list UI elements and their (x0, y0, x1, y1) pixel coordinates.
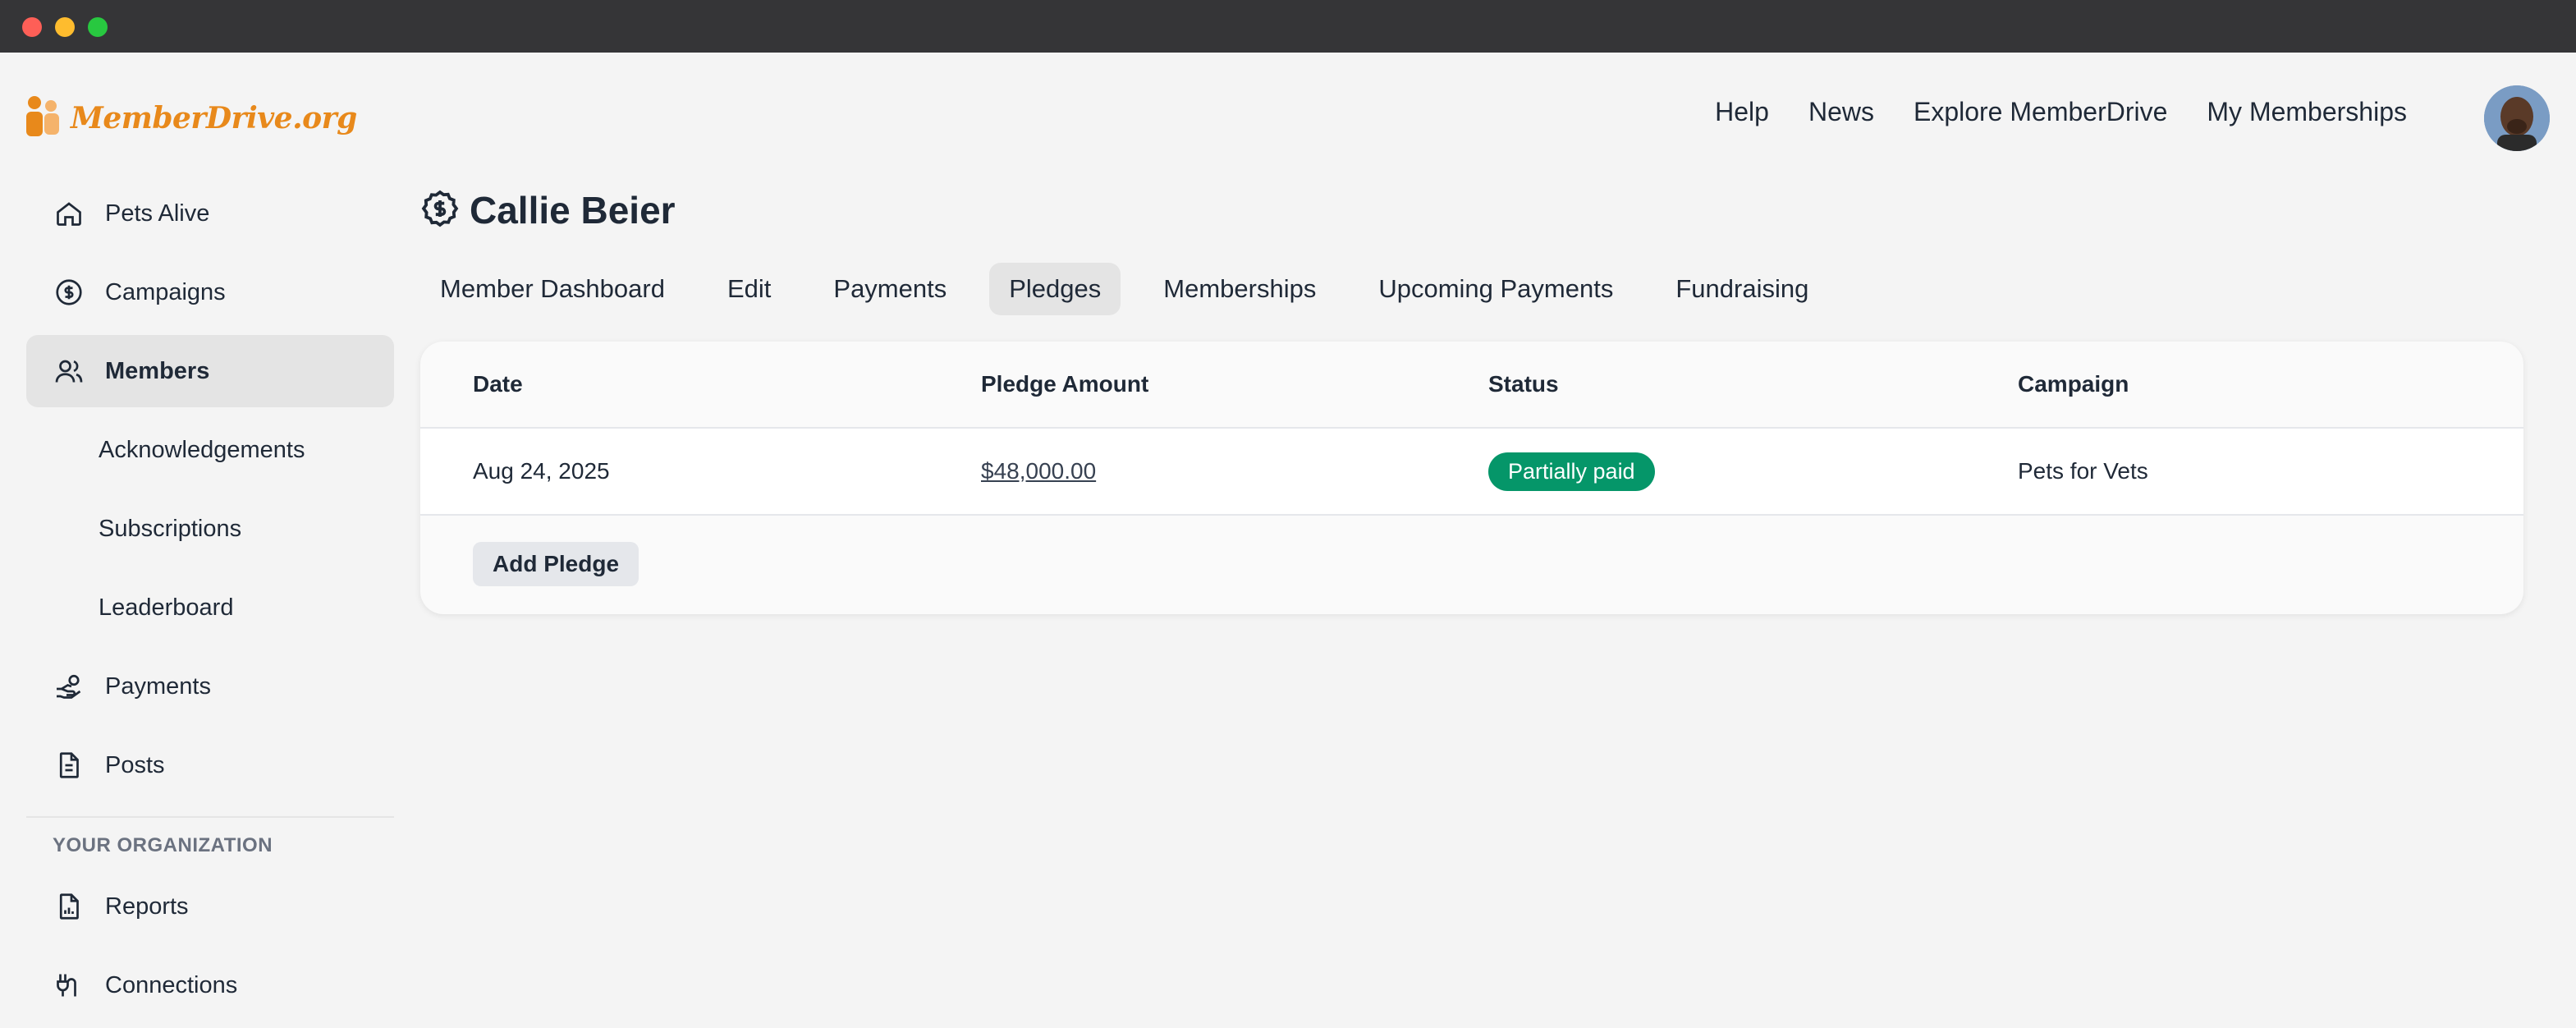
sidebar-item-payments[interactable]: Payments (26, 650, 394, 723)
home-icon (53, 197, 85, 230)
page-title: Callie Beier (470, 189, 676, 232)
status-badge-wrap: Partially paid (1488, 452, 1655, 491)
close-window-button[interactable] (22, 17, 42, 37)
member-tabs: Member Dashboard Edit Payments Pledges M… (420, 261, 1828, 317)
user-avatar[interactable] (2484, 85, 2550, 151)
sidebar-item-label: Posts (105, 751, 165, 778)
minimize-window-button[interactable] (55, 17, 75, 37)
pledge-date: Aug 24, 2025 (473, 458, 610, 484)
nav-explore-link[interactable]: Explore MemberDrive (1914, 97, 2167, 127)
status-badge: Partially paid (1488, 452, 1655, 491)
column-header-campaign[interactable]: Campaign (2018, 371, 2129, 397)
column-header-status[interactable]: Status (1488, 371, 1559, 397)
dollar-badge-icon (420, 189, 460, 232)
document-icon (53, 749, 85, 782)
tab-edit[interactable]: Edit (708, 263, 791, 315)
sidebar-divider (26, 816, 394, 818)
table-footer: Add Pledge (420, 516, 2523, 613)
brand-name: MemberDrive.org (71, 101, 357, 135)
sidebar-item-label: Reports (105, 893, 189, 920)
report-icon (53, 890, 85, 923)
nav-help-link[interactable]: Help (1715, 97, 1769, 127)
hand-coins-icon (53, 670, 85, 703)
window-titlebar (0, 0, 2576, 53)
sidebar-item-pets-alive[interactable]: Pets Alive (26, 177, 394, 250)
dollar-badge-icon (53, 276, 85, 309)
sidebar-item-label: Payments (105, 672, 211, 700)
sidebar-item-label: Campaigns (105, 278, 226, 305)
section-heading-organization: YOUR ORGANIZATION (53, 834, 273, 856)
nav-my-memberships-link[interactable]: My Memberships (2207, 97, 2407, 127)
sidebar-item-subscriptions[interactable]: Subscriptions (26, 493, 394, 565)
sidebar-item-leaderboard[interactable]: Leaderboard (26, 571, 394, 644)
sidebar-item-label: Acknowledgements (99, 436, 305, 463)
pledge-amount-link[interactable]: $48,000.00 (981, 458, 1096, 484)
brand-logo[interactable]: MemberDrive.org (25, 92, 357, 145)
sidebar-item-label: Subscriptions (99, 515, 242, 542)
plug-icon (53, 969, 85, 1002)
table-header: Date Pledge Amount Status Campaign (420, 342, 2523, 429)
top-navigation: Help News Explore MemberDrive My Members… (1715, 92, 2407, 131)
tab-member-dashboard[interactable]: Member Dashboard (420, 263, 685, 315)
users-icon (53, 355, 85, 388)
table-row: Aug 24, 2025 $48,000.00 Partially paid P… (420, 429, 2523, 516)
sidebar-item-campaigns[interactable]: Campaigns (26, 256, 394, 328)
pledges-table-card: Date Pledge Amount Status Campaign Aug 2… (420, 342, 2523, 614)
sidebar-item-label: Members (105, 357, 210, 384)
memberdrive-logo-icon (25, 95, 62, 141)
sidebar: Pets Alive Campaigns Members Acknowledge… (26, 177, 394, 1028)
tab-pledges[interactable]: Pledges (989, 263, 1121, 315)
add-pledge-button[interactable]: Add Pledge (473, 542, 639, 586)
tab-upcoming-payments[interactable]: Upcoming Payments (1359, 263, 1633, 315)
tab-fundraising[interactable]: Fundraising (1656, 263, 1828, 315)
sidebar-item-posts[interactable]: Posts (26, 729, 394, 801)
sidebar-item-label: Leaderboard (99, 594, 234, 621)
sidebar-item-connections[interactable]: Connections (26, 949, 394, 1021)
sidebar-item-label: Pets Alive (105, 200, 210, 227)
sidebar-item-label: Connections (105, 971, 238, 998)
nav-news-link[interactable]: News (1808, 97, 1874, 127)
sidebar-item-members[interactable]: Members (26, 335, 394, 407)
tab-memberships[interactable]: Memberships (1144, 263, 1336, 315)
column-header-pledge-amount[interactable]: Pledge Amount (981, 371, 1148, 397)
zoom-window-button[interactable] (88, 17, 108, 37)
sidebar-item-reports[interactable]: Reports (26, 870, 394, 943)
tab-payments[interactable]: Payments (814, 263, 966, 315)
pledge-campaign: Pets for Vets (2018, 458, 2148, 484)
page-header: Callie Beier (420, 184, 676, 236)
column-header-date[interactable]: Date (473, 371, 523, 397)
sidebar-item-acknowledgements[interactable]: Acknowledgements (26, 414, 394, 486)
